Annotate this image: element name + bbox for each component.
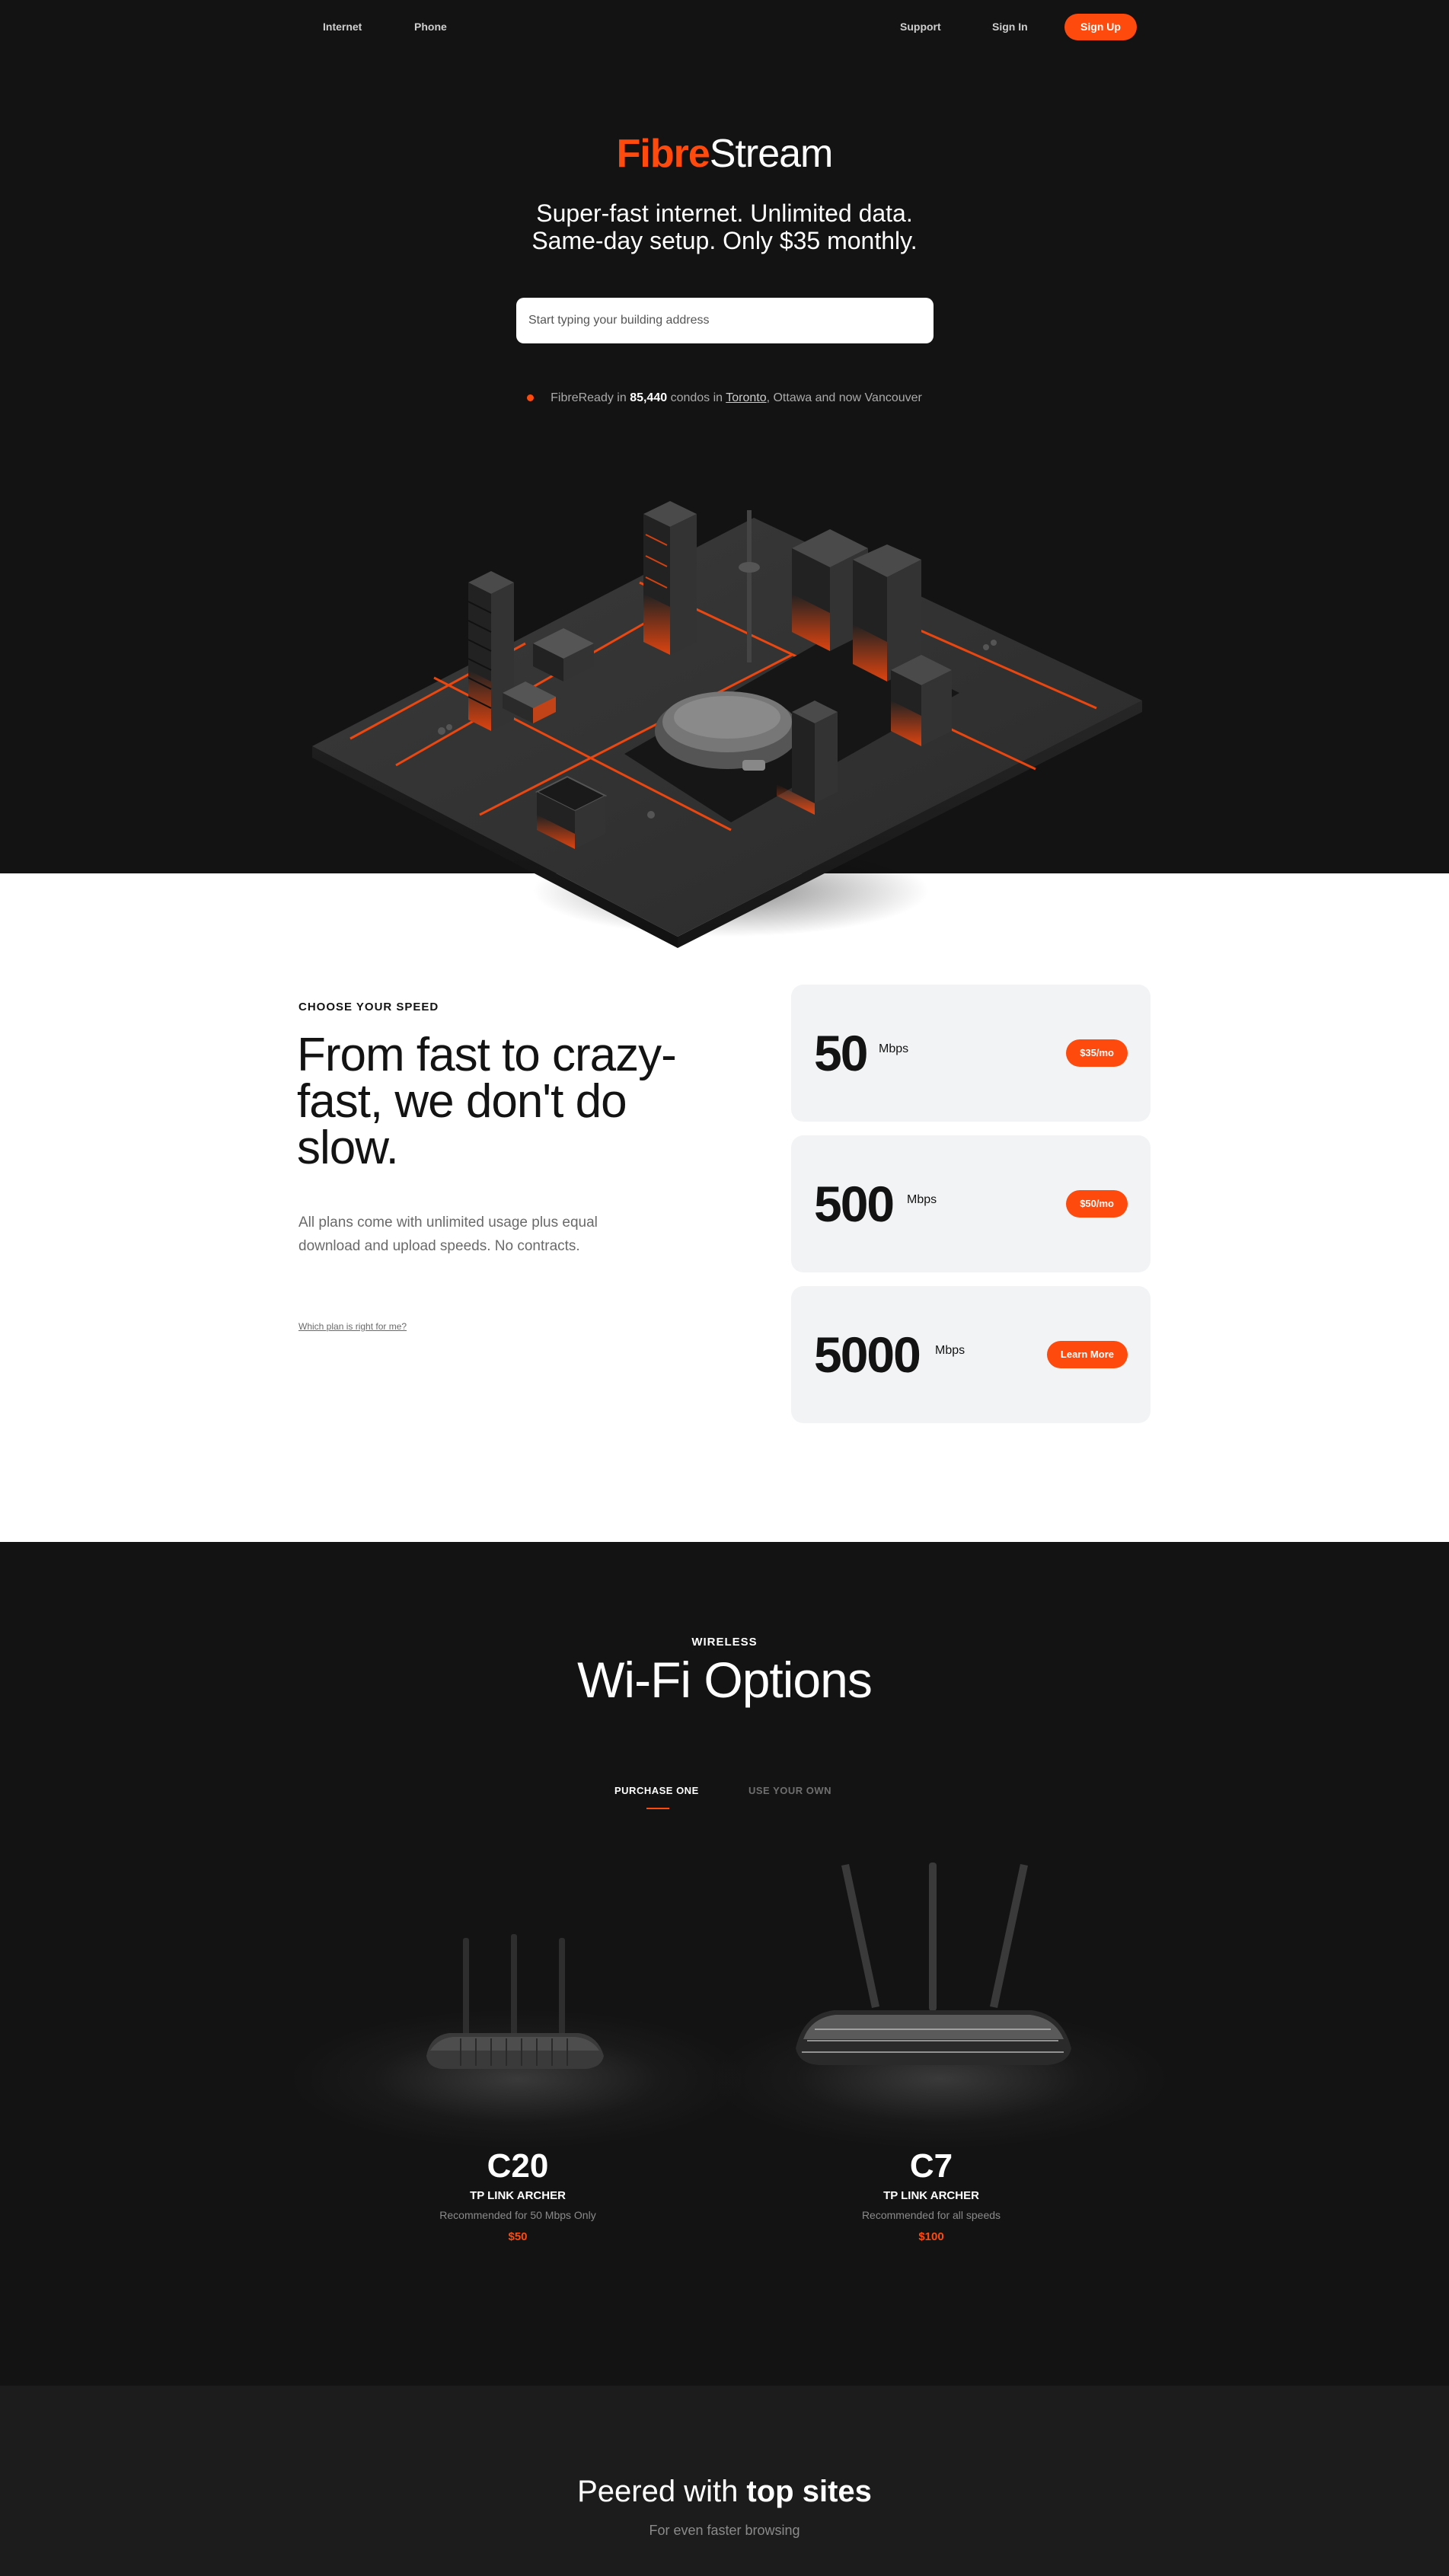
speed-eyebrow: CHOOSE YOUR SPEED bbox=[298, 1001, 439, 1013]
product-price: $100 bbox=[918, 2230, 944, 2243]
product-price: $50 bbox=[508, 2230, 528, 2243]
plan-help-link[interactable]: Which plan is right for me? bbox=[298, 1321, 407, 1332]
product-brand: TP LINK ARCHER bbox=[883, 2189, 979, 2202]
status-suffix: , Ottawa and now Vancouver bbox=[766, 391, 922, 404]
address-search-input[interactable] bbox=[516, 298, 934, 343]
status-dot-icon bbox=[527, 394, 535, 402]
nav-support-link[interactable]: Support bbox=[900, 21, 941, 33]
nav-internet-link[interactable]: Internet bbox=[323, 21, 362, 33]
plan-speed: 5000 bbox=[814, 1326, 921, 1383]
product-model: C20 bbox=[487, 2147, 549, 2185]
brand-logo-part2: Stream bbox=[709, 132, 834, 176]
status-count: 85,440 bbox=[630, 391, 668, 404]
hero-tagline-line2: Same-day setup. Only $35 monthly. bbox=[531, 227, 918, 254]
plan-speed: 50 bbox=[814, 1025, 868, 1081]
tab-purchase-one[interactable]: PURCHASE ONE bbox=[614, 1785, 699, 1796]
tab-use-your-own[interactable]: USE YOUR OWN bbox=[748, 1785, 831, 1796]
city-illustration bbox=[312, 501, 1142, 948]
product-note: Recommended for 50 Mbps Only bbox=[439, 2209, 596, 2221]
plan-card-5000[interactable]: 5000 Mbps Learn More bbox=[791, 1286, 1151, 1423]
plan-speed: 500 bbox=[814, 1176, 895, 1232]
router-c20-image bbox=[426, 1934, 604, 2069]
speed-description: All plans come with unlimited usage plus… bbox=[298, 1215, 598, 1254]
plan-unit: Mbps bbox=[907, 1193, 937, 1206]
brand-logo: FibreStream bbox=[0, 131, 1449, 177]
active-tab-indicator bbox=[646, 1808, 669, 1809]
plan-card-50[interactable]: 50 Mbps $35/mo bbox=[791, 985, 1151, 1122]
product-note: Recommended for all speeds bbox=[861, 2209, 1001, 2221]
plan-price-button[interactable]: $50/mo bbox=[1066, 1190, 1128, 1218]
status-city-link[interactable]: Toronto bbox=[726, 391, 766, 404]
peered-title: Peered with top sites bbox=[0, 2475, 1449, 2509]
learn-more-button[interactable]: Learn More bbox=[1046, 1341, 1128, 1368]
brand-logo-part1: Fibre bbox=[616, 132, 710, 176]
availability-status: FibreReady in 85,440 condos in Toronto, … bbox=[0, 391, 1449, 405]
wifi-title: Wi-Fi Options bbox=[577, 1652, 873, 1708]
peered-title-bold: top sites bbox=[746, 2475, 872, 2508]
peered-title-prefix: Peered with bbox=[577, 2475, 747, 2508]
nav-sign-in-link[interactable]: Sign In bbox=[992, 21, 1028, 33]
hero-tagline-line1: Super-fast internet. Unlimited data. bbox=[536, 200, 913, 227]
plan-unit: Mbps bbox=[935, 1344, 965, 1357]
nav-phone-link[interactable]: Phone bbox=[414, 21, 447, 33]
product-model: C7 bbox=[909, 2147, 953, 2185]
peered-subtitle: For even faster browsing bbox=[649, 2523, 800, 2538]
speed-title: From fast to crazy-fast, we don't do slo… bbox=[297, 1029, 677, 1174]
plan-card-500[interactable]: 500 Mbps $50/mo bbox=[791, 1135, 1151, 1272]
status-mid: condos in bbox=[667, 391, 726, 404]
plan-price-button[interactable]: $35/mo bbox=[1066, 1039, 1128, 1067]
product-brand: TP LINK ARCHER bbox=[470, 2189, 566, 2202]
top-nav: Internet Phone Support Sign In Sign Up bbox=[0, 0, 1449, 56]
router-c7-image bbox=[796, 1863, 1071, 2065]
speed-section bbox=[0, 873, 1449, 1542]
wifi-eyebrow: WIRELESS bbox=[691, 1636, 758, 1649]
status-prefix: FibreReady in bbox=[551, 391, 630, 404]
sign-up-button[interactable]: Sign Up bbox=[1064, 14, 1137, 40]
plan-unit: Mbps bbox=[879, 1042, 909, 1055]
